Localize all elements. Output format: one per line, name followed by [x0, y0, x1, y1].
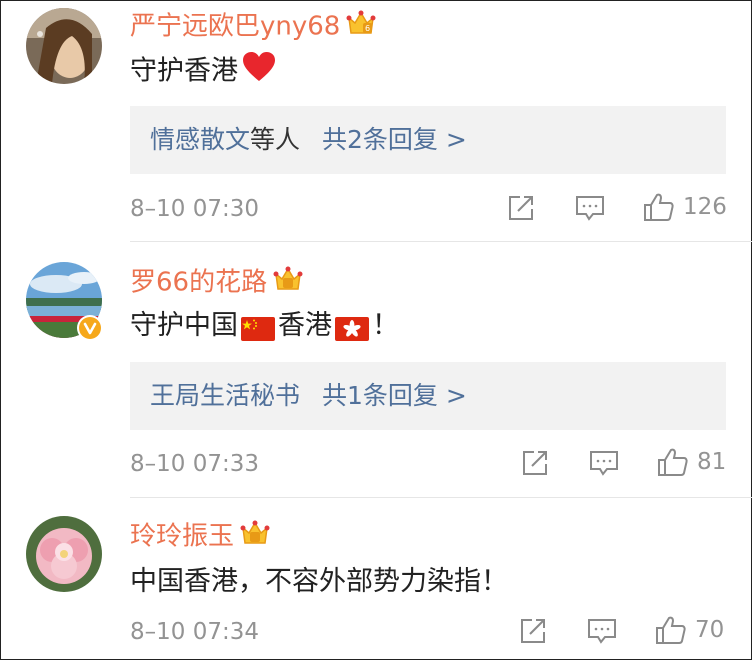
like-button[interactable]: 81: [657, 447, 726, 477]
reply-preview[interactable]: 王局生活秘书 共1条回复 >: [130, 362, 726, 430]
comment-text: 中国香港，不容外部势力染指！: [130, 566, 508, 597]
like-count: 81: [697, 449, 727, 475]
comment-button[interactable]: [587, 617, 617, 645]
reply-author[interactable]: 王局生活秘书: [150, 381, 300, 410]
comment-text: 守护中国 香港 ！: [130, 310, 399, 341]
vip-crown-icon: [273, 265, 303, 301]
username[interactable]: 严宁远欧巴yny68 6: [130, 9, 376, 45]
username[interactable]: 玲玲振玉: [130, 519, 270, 555]
like-count: 70: [695, 617, 725, 643]
repost-icon: [509, 196, 533, 220]
repost-button[interactable]: [519, 617, 547, 645]
comment-text: 守护香港: [130, 52, 276, 92]
reply-count-link[interactable]: 共2条回复 >: [322, 125, 467, 154]
vip-crown-icon: 6: [346, 9, 376, 45]
reply-others: 等人: [250, 125, 301, 154]
comment-icon: [576, 196, 604, 221]
like-button[interactable]: 126: [643, 192, 727, 222]
heart-emoji: [242, 52, 276, 92]
repost-icon: [523, 451, 547, 475]
comment-time: 8–10 07:33: [130, 451, 259, 477]
like-count: 126: [683, 194, 727, 220]
comment-item: 严宁远欧巴yny68 6 守护香港 情感散文等人 共2条回复 > 8–10 07…: [0, 0, 752, 242]
comment-button[interactable]: [589, 449, 619, 477]
avatar[interactable]: [26, 8, 102, 84]
comment-item: 罗66的花路 守护中国 香港 ！ 王局生活秘书 共1条回复 > 8–10 07:…: [0, 242, 752, 498]
china-flag-emoji: [241, 315, 275, 341]
avatar[interactable]: [26, 516, 102, 592]
reply-preview[interactable]: 情感散文等人 共2条回复 >: [130, 106, 726, 174]
vip-crown-icon: [240, 519, 270, 555]
comment-time: 8–10 07:30: [130, 196, 259, 222]
comment-button[interactable]: [575, 194, 605, 222]
like-button[interactable]: 70: [655, 615, 724, 645]
svg-text:6: 6: [365, 24, 370, 33]
verified-badge-icon: [77, 315, 103, 341]
like-icon: [644, 193, 674, 221]
reply-count-link[interactable]: 共1条回复 >: [322, 381, 467, 410]
comment-icon: [588, 619, 616, 644]
comment-item: 玲玲振玉 中国香港，不容外部势力染指！ 8–10 07:34 70: [0, 498, 752, 658]
repost-button[interactable]: [521, 449, 549, 477]
hong-kong-flag-emoji: [335, 315, 369, 341]
comment-time: 8–10 07:34: [130, 619, 259, 645]
username[interactable]: 罗66的花路: [130, 265, 303, 301]
reply-author[interactable]: 情感散文: [150, 125, 250, 154]
like-icon: [658, 448, 688, 476]
repost-icon: [521, 619, 545, 643]
like-icon: [656, 616, 686, 644]
repost-button[interactable]: [507, 194, 535, 222]
comment-icon: [590, 451, 618, 476]
